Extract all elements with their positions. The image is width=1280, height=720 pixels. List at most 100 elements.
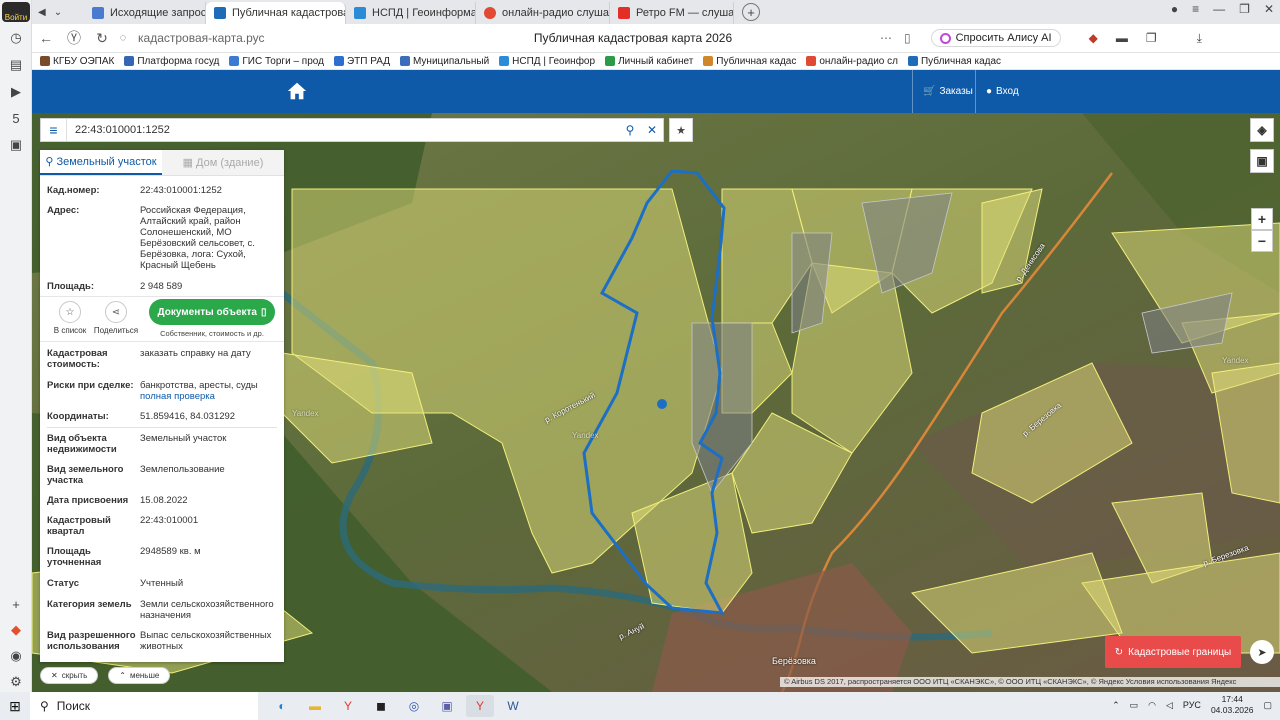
zoom-out-button[interactable]: − (1251, 230, 1273, 252)
search-icon[interactable]: ⚲ (619, 123, 641, 137)
bookmark-item[interactable]: Муниципальный (399, 56, 489, 67)
taskbar-search[interactable]: ⚲ Поиск (30, 692, 258, 720)
wifi-icon[interactable]: ◠ (1148, 700, 1156, 711)
counter-icon[interactable]: 5 (6, 108, 26, 128)
yandex-browser-icon[interactable]: Y (334, 695, 362, 717)
share-icon: ⋖ (105, 301, 127, 323)
order-certificate-link[interactable]: заказать справку на дату (140, 348, 277, 370)
favorite-button[interactable]: ★ (669, 118, 693, 142)
tab-retrofm[interactable]: Ретро FM — слушать× (610, 2, 734, 24)
documents-button[interactable]: Документы объекта ▯ (149, 299, 275, 325)
notes-icon[interactable]: ▤ (6, 55, 26, 75)
home-icon[interactable] (286, 80, 308, 102)
locate-button[interactable]: ➤ (1250, 640, 1274, 664)
map-attribution: © Airbus DS 2017, распространяется ООО И… (780, 677, 1280, 687)
field-value: 22:43:010001 (140, 515, 199, 526)
profile-icon[interactable]: ● (1171, 2, 1178, 16)
full-check-link[interactable]: полная проверка (140, 391, 215, 402)
notifications-icon[interactable]: ▢ (1263, 700, 1272, 711)
less-button[interactable]: ⌃ меньше (108, 667, 171, 684)
restore-icon[interactable]: ❐ (1239, 2, 1250, 16)
bookmark-icon[interactable]: ▯ (904, 31, 911, 45)
tab-label: Дом (здание) (196, 156, 264, 169)
bookmark-item[interactable]: КГБУ ОЭПАК (40, 56, 114, 67)
bookmark-item[interactable]: ГИС Торги – прод (229, 56, 324, 67)
parcel-marker[interactable] (657, 399, 667, 409)
bookmark-item[interactable]: онлайн-радио сл (806, 56, 898, 67)
back-icon[interactable]: ← (32, 30, 60, 46)
zoom-in-button[interactable]: + (1251, 208, 1273, 230)
close-window-icon[interactable]: ✕ (1264, 2, 1274, 16)
extension-icon[interactable]: ◆ (6, 620, 26, 640)
cadastral-borders-button[interactable]: ↻ Кадастровые границы (1105, 636, 1241, 668)
bookmark-item[interactable]: ЭТП РАД (333, 56, 390, 67)
fullscreen-button[interactable]: ▣ (1250, 149, 1274, 173)
hide-button[interactable]: ✕ скрыть (40, 667, 99, 684)
downloads-icon[interactable]: ⤓ (1197, 31, 1202, 46)
history-icon[interactable]: ◷ (6, 28, 26, 48)
devices-icon[interactable]: ▣ (6, 135, 26, 155)
chevron-down-icon[interactable]: ⌄ (54, 7, 62, 18)
bookmark-item[interactable]: Платформа госуд (124, 56, 219, 67)
menu-icon[interactable]: ≡ (1192, 2, 1199, 16)
yandex-browser-icon[interactable]: Y (466, 695, 494, 717)
tab-land-plot[interactable]: ⚲ Земельный участок (40, 150, 162, 175)
cad-number-link[interactable]: 22:43:010001:1252 (140, 185, 277, 196)
tab-controls[interactable]: ◀ ⌄ (32, 7, 84, 18)
page-title: Публичная кадастровая карта 2026 (533, 31, 733, 45)
chevron-up-icon[interactable]: ⌃ (1112, 700, 1120, 711)
wallet-icon[interactable]: ▬ (1116, 31, 1128, 45)
language-indicator[interactable]: РУС (1183, 700, 1201, 710)
app-icon[interactable]: ◎ (400, 695, 428, 717)
minimize-icon[interactable]: — (1213, 2, 1225, 16)
clock-date: 04.03.2026 (1210, 705, 1254, 715)
edge-icon[interactable]: ◐ (268, 695, 296, 717)
alice-button[interactable]: Спросить Алису AI (930, 29, 1061, 47)
clear-icon[interactable]: ✕ (641, 123, 663, 137)
tab-radio[interactable]: онлайн-радио слушать бе× (476, 2, 610, 24)
bookmark-item[interactable]: НСПД | Геоинфор (499, 56, 595, 67)
collections-icon[interactable]: ❐ (1146, 31, 1157, 45)
extension-icon[interactable]: ◆ (1089, 31, 1098, 45)
layers-button[interactable]: ◈ (1250, 118, 1274, 142)
field-assign-date: Дата присвоения 15.08.2022 (40, 495, 284, 506)
word-icon[interactable]: W (499, 695, 527, 717)
share-button[interactable]: ⋖ Поделиться (93, 297, 139, 335)
tab-outgoing[interactable]: Исходящие запросы СМЭ× (84, 2, 206, 24)
clock[interactable]: 17:44 04.03.2026 (1211, 694, 1254, 716)
action-label: В список (53, 326, 87, 335)
orders-button[interactable]: 🛒 Заказы (912, 70, 973, 113)
yandex-home-icon[interactable]: Ⓨ (60, 28, 88, 48)
alice-rail-icon[interactable]: ◉ (6, 646, 26, 666)
site-info-icon[interactable]: ◌ (116, 32, 130, 44)
tab-house[interactable]: ▦ Дом (здание) (162, 150, 284, 175)
windows-start-icon[interactable]: ⊞ (0, 698, 30, 715)
more-icon[interactable]: ⋯ (880, 31, 892, 45)
bookmark-item[interactable]: Личный кабинет (605, 56, 693, 67)
add-icon[interactable]: + (6, 594, 26, 614)
watermark-label: Yandex (572, 431, 599, 440)
app-icon[interactable]: ◼ (367, 695, 395, 717)
url-field[interactable]: кадастровая-карта.рус (138, 31, 468, 45)
add-to-list-button[interactable]: ☆ В список (47, 297, 93, 335)
bookmark-item[interactable]: Публичная кадас (703, 56, 796, 67)
field-key: Координаты: (47, 411, 109, 422)
network-icon[interactable]: ▭ (1130, 700, 1139, 711)
volume-icon[interactable]: ◁ (1166, 700, 1173, 711)
reload-icon[interactable]: ↻ (88, 30, 116, 47)
menu-button[interactable]: ≡ (41, 119, 67, 141)
settings-icon[interactable]: ⚙ (6, 672, 26, 692)
bookmark-item[interactable]: Публичная кадас (907, 56, 1001, 67)
folder-icon[interactable]: ▬ (301, 695, 329, 717)
search-input[interactable]: 22:43:010001:1252 (67, 124, 619, 136)
new-tab-button[interactable]: + (742, 3, 760, 21)
field-key: Кадастровый квартал (47, 515, 111, 537)
action-bar: ☆ В список ⋖ Поделиться Документы объекта ▯… (40, 296, 284, 342)
login-badge[interactable]: Войти (2, 2, 30, 22)
play-icon[interactable]: ▶ (6, 82, 26, 102)
tab-nspd[interactable]: НСПД | Геоинформацион× (346, 2, 476, 24)
mute-icon[interactable]: ◀ (38, 7, 46, 18)
tab-cadastre[interactable]: Публичная кадастровая× (206, 2, 346, 24)
save-app-icon[interactable]: ▣ (433, 695, 461, 717)
login-button[interactable]: ● Вход (975, 70, 1035, 113)
